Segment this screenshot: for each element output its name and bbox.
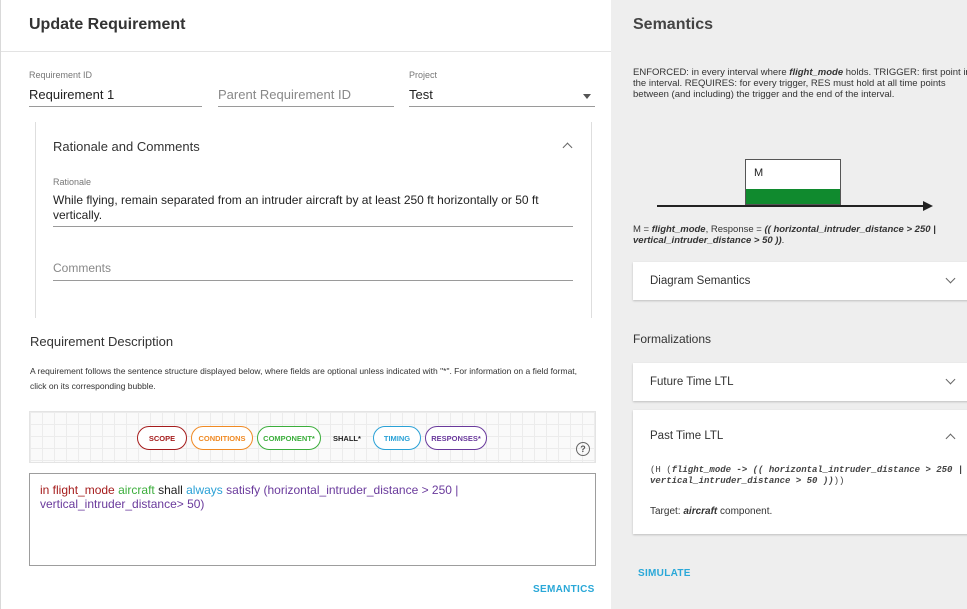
mapping-part3: .	[781, 235, 785, 246]
comments-underline	[53, 280, 573, 281]
rationale-label: Rationale	[53, 177, 92, 187]
rationale-textarea[interactable]: While flying, remain separated from an i…	[53, 193, 573, 223]
semantics-desc-part1: ENFORCED: in every interval where	[633, 67, 790, 78]
target-label: Target:	[650, 506, 684, 517]
past-time-ltl-header[interactable]: Past Time LTL	[650, 430, 723, 442]
mapping-part2: , Response =	[705, 224, 765, 235]
ltl-body: flight_mode -> (( horizontal_intruder_di…	[650, 465, 964, 486]
mapping-mode: flight_mode	[651, 224, 706, 235]
target-suffix: component.	[717, 506, 773, 517]
requirement-text-editor[interactable]: in flight_mode aircraft shall always sat…	[29, 473, 596, 566]
help-circle-icon[interactable]: ?	[576, 442, 590, 456]
requirement-id-input[interactable]: Requirement 1	[29, 87, 114, 102]
project-label: Project	[409, 70, 438, 80]
component-text: aircraft	[118, 483, 155, 497]
semantics-button[interactable]: SEMANTICS	[533, 584, 595, 595]
dialog-title: Update Requirement	[29, 16, 186, 33]
comments-textarea[interactable]: Comments	[53, 261, 111, 275]
past-time-ltl-formula: (H (flight_mode -> (( horizontal_intrude…	[650, 465, 967, 487]
timing-bubble[interactable]: TIMING	[373, 426, 421, 450]
requirement-id-label: Requirement ID	[29, 70, 93, 80]
arrow-right-icon	[923, 201, 933, 211]
semantics-description: ENFORCED: in every interval where flight…	[633, 67, 967, 100]
semantics-panel: Semantics ENFORCED: in every interval wh…	[611, 0, 967, 609]
timing-text: always	[186, 483, 223, 497]
future-time-ltl-header[interactable]: Future Time LTL	[650, 376, 734, 388]
time-axis	[657, 205, 925, 207]
rationale-comments-panel: Rationale and Comments Rationale While f…	[35, 122, 592, 318]
sentence-structure-bubbles: SCOPE CONDITIONS COMPONENT* SHALL* TIMIN…	[29, 411, 596, 463]
semantics-diagram: M	[657, 159, 937, 211]
mode-label: M	[754, 167, 764, 179]
mapping-part1: M =	[633, 224, 652, 235]
chevron-up-icon[interactable]	[945, 433, 956, 444]
update-requirement-dialog: Update Requirement Requirement ID Requir…	[0, 0, 612, 609]
ltl-suffix: ))	[833, 476, 845, 486]
rationale-underline	[53, 226, 573, 227]
chevron-up-icon[interactable]	[562, 142, 573, 153]
parent-requirement-id-input[interactable]: Parent Requirement ID	[218, 87, 351, 102]
ltl-target: Target: aircraft component.	[650, 506, 772, 517]
parent-requirement-underline	[218, 106, 394, 107]
requirement-id-underline	[29, 106, 202, 107]
title-divider	[1, 51, 612, 52]
component-bubble[interactable]: COMPONENT*	[257, 426, 321, 450]
diagram-semantics-card[interactable]: Diagram Semantics	[633, 262, 967, 300]
ltl-prefix: (H (	[650, 465, 672, 475]
scope-bubble[interactable]: SCOPE	[137, 426, 187, 450]
shall-keyword[interactable]: SHALL*	[333, 434, 361, 443]
caret-down-icon[interactable]	[583, 94, 591, 99]
formalizations-title: Formalizations	[633, 332, 712, 346]
past-time-ltl-card: Past Time LTL (H (flight_mode -> (( hori…	[633, 410, 967, 534]
semantics-desc-mode: flight_mode	[789, 67, 844, 78]
scope-text: in flight_mode	[40, 483, 115, 497]
requirement-description-title: Requirement Description	[30, 334, 174, 349]
diagram-semantics-header[interactable]: Diagram Semantics	[650, 275, 750, 287]
project-underline	[409, 106, 595, 107]
conditions-bubble[interactable]: CONDITIONS	[191, 426, 253, 450]
diagram-mapping: M = flight_mode, Response = (( horizonta…	[633, 224, 967, 246]
response-interval-bar	[746, 189, 840, 204]
semantics-title: Semantics	[633, 16, 714, 33]
chevron-down-icon[interactable]	[945, 374, 956, 385]
rationale-comments-header[interactable]: Rationale and Comments	[53, 139, 200, 154]
simulate-button[interactable]: SIMULATE	[638, 568, 691, 579]
requirement-description-help: A requirement follows the sentence struc…	[30, 366, 578, 391]
mode-interval-box: M	[745, 159, 841, 205]
future-time-ltl-card[interactable]: Future Time LTL	[633, 363, 967, 401]
chevron-down-icon[interactable]	[945, 273, 956, 284]
responses-bubble[interactable]: RESPONSES*	[425, 426, 487, 450]
shall-text: shall	[158, 483, 183, 497]
target-component: aircraft	[683, 506, 718, 517]
project-select[interactable]: Test	[409, 87, 433, 102]
